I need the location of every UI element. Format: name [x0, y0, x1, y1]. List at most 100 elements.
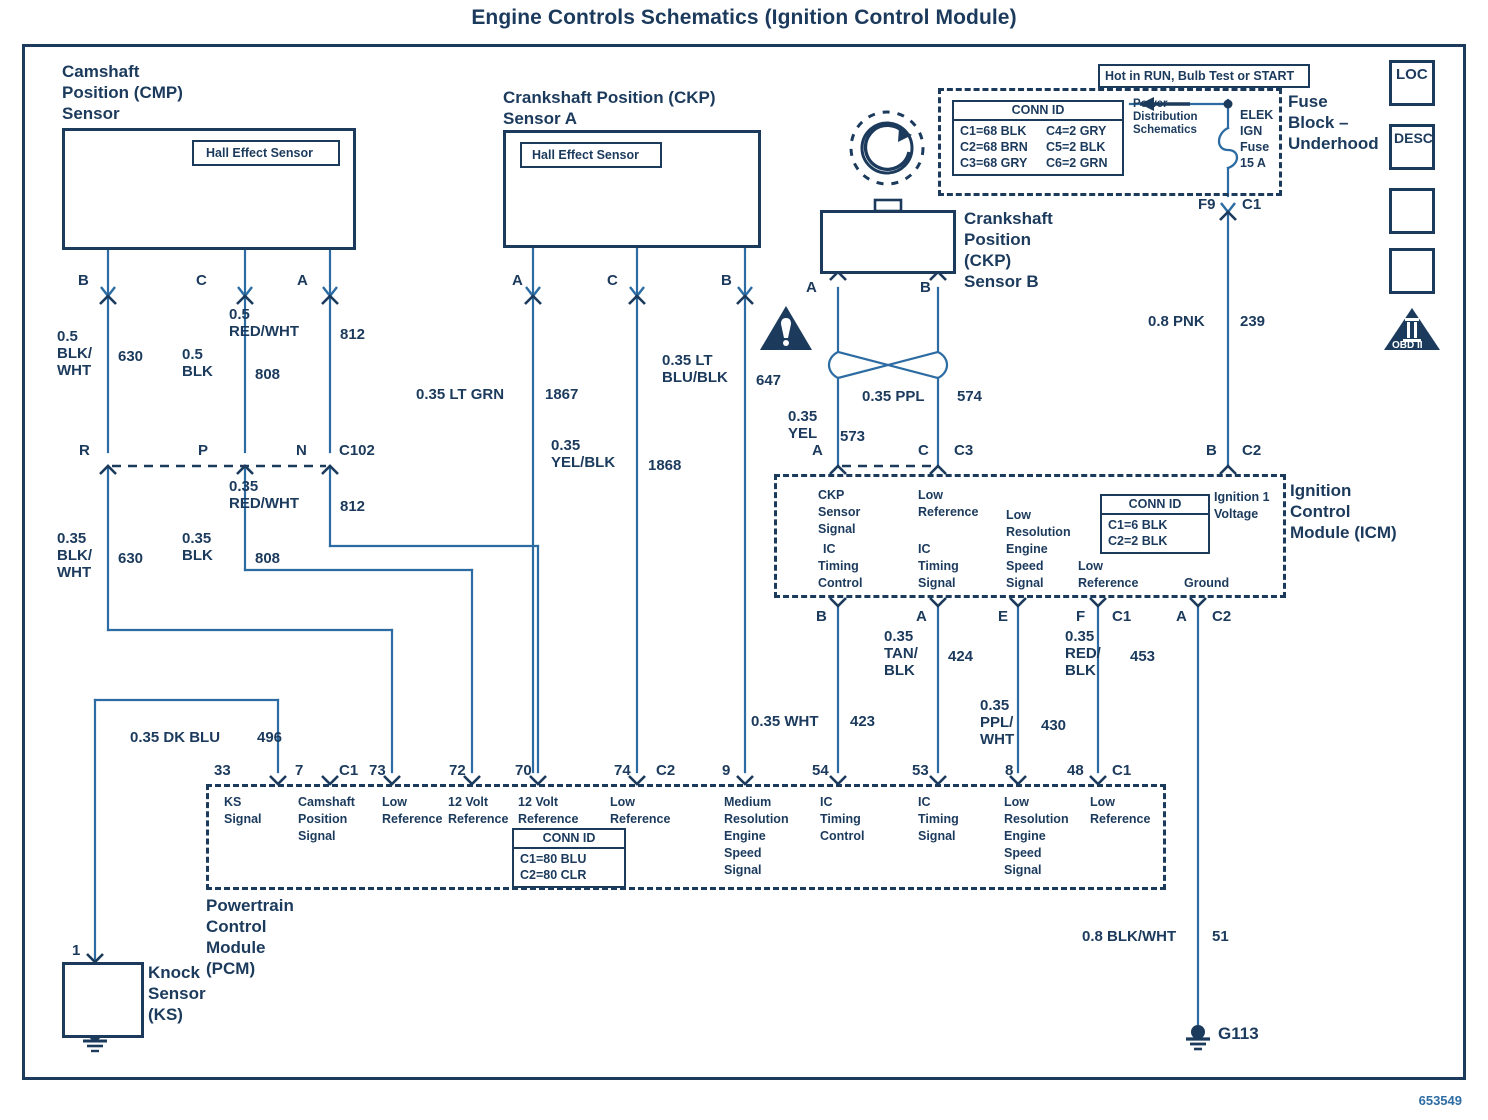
- icm-ckp-sensor-signal-1: CKP: [818, 488, 845, 502]
- pcm-conn-c2: C2: [656, 762, 676, 779]
- loc-button[interactable]: LOC: [1389, 60, 1435, 106]
- icm-ic-timing-control-3: Control: [818, 576, 863, 590]
- pcm-73-l1: Low: [382, 795, 407, 809]
- fuse-name-3: Fuse: [1240, 140, 1270, 154]
- icm-lowres-1: Low: [1006, 508, 1031, 522]
- icm-bot-conn-c2: C2: [1212, 608, 1232, 625]
- wire-808-lower-spec: 0.35 BLK: [182, 530, 213, 564]
- desc-button[interactable]: DESC: [1389, 124, 1435, 170]
- icm-conn-id-title: CONN ID: [1102, 496, 1208, 515]
- cmp-pin-c: C: [196, 272, 207, 289]
- wire-808-upper-circuit: 808: [255, 366, 281, 383]
- hot-in-run-label: Hot in RUN, Bulb Test or START: [1105, 69, 1295, 83]
- icm-bot-ground: Ground: [1184, 576, 1230, 590]
- pcm-pin-54: 54: [812, 762, 829, 779]
- pcm-74-l2: Reference: [610, 812, 671, 826]
- pcm-9-l5: Signal: [724, 863, 762, 877]
- wire-239-circuit: 239: [1240, 313, 1266, 330]
- pcm-pin-48: 48: [1067, 762, 1084, 779]
- pcm-8-l5: Signal: [1004, 863, 1042, 877]
- pcm-74-l1: Low: [610, 795, 635, 809]
- icm-bot-low-reference-2: Reference: [1078, 576, 1139, 590]
- wire-630-lower-spec: 0.35 BLK/ WHT: [57, 530, 92, 581]
- c102-label: C102: [339, 442, 375, 459]
- icm-name-3: Module (ICM): [1290, 523, 1397, 542]
- icm-top-conn-c3: C3: [954, 442, 974, 459]
- wire-496-circuit: 496: [257, 729, 283, 746]
- c102-pin-p: P: [198, 442, 209, 459]
- document-id: 653549: [1418, 1093, 1462, 1108]
- cmp-sensor-name-1: Camshaft: [62, 62, 140, 81]
- fuse-block-name-1: Fuse: [1288, 92, 1328, 111]
- pcm-53-l3: Signal: [918, 829, 956, 843]
- icm-ckp-sensor-signal-3: Signal: [818, 522, 856, 536]
- pcm-8-l2: Resolution: [1004, 812, 1069, 826]
- pcm-pin-53: 53: [912, 762, 929, 779]
- icm-conn-c2: C2=2 BLK: [1108, 534, 1168, 548]
- pcm-9-l3: Engine: [724, 829, 766, 843]
- fuse-name-1: ELEK: [1240, 108, 1274, 122]
- icm-bot-pin-a2: A: [1176, 608, 1187, 625]
- wire-51-circuit: 51: [1212, 928, 1229, 945]
- pcm-name-4: (PCM): [206, 959, 256, 978]
- icm-bot-pin-b: B: [816, 608, 827, 625]
- icm-lowres-4: Speed: [1006, 559, 1044, 573]
- wire-423-circuit: 423: [850, 713, 876, 730]
- cmp-sensor-name-2: Position (CMP): [62, 83, 183, 102]
- knock-sensor-name-2: Sensor: [148, 984, 206, 1003]
- pcm-70-l1: 12 Volt: [518, 795, 559, 809]
- icm-bot-low-reference-1: Low: [1078, 559, 1103, 573]
- wire-573-circuit: 573: [840, 428, 866, 445]
- power-dist-line-2: Distribution: [1133, 111, 1198, 123]
- wire-1868-spec: 0.35 YEL/BLK: [551, 437, 616, 471]
- ckp-b-name-4: Sensor B: [964, 272, 1039, 291]
- ckp-a-name-1: Crankshaft Position (CKP): [503, 88, 716, 107]
- power-dist-line-3: Schematics: [1133, 124, 1197, 136]
- pcm-9-l2: Resolution: [724, 812, 789, 826]
- icm-top-pin-c: C: [918, 442, 929, 459]
- icm-bot-conn-c1: C1: [1112, 608, 1132, 625]
- fuse-conn-c5: C5=2 BLK: [1046, 140, 1106, 154]
- icm-conn-id-table: CONN ID C1=6 BLK C2=2 BLK: [1100, 494, 1210, 554]
- fuse-rating: 15 A: [1240, 156, 1266, 170]
- cmp-pin-b: B: [78, 272, 89, 289]
- ckp-a-pin-a: A: [512, 272, 523, 289]
- fuse-out-pin: F9: [1198, 196, 1216, 213]
- icm-bot-pin-f: F: [1076, 608, 1086, 625]
- wire-423-spec: 0.35 WHT: [751, 713, 819, 730]
- knock-sensor-pin-1: 1: [72, 942, 81, 959]
- ckp-b-body: [820, 210, 956, 274]
- fuse-conn-c2: C2=68 BRN: [960, 140, 1028, 154]
- icm-top-pin-a: A: [812, 442, 823, 459]
- icm-ic-timing-signal-1: IC: [918, 542, 931, 556]
- fuse-conn-c4: C4=2 GRY: [1046, 124, 1107, 138]
- icm-ckp-sensor-signal-2: Sensor: [818, 505, 861, 519]
- knock-sensor-body: [62, 962, 144, 1038]
- c102-pin-n: N: [296, 442, 307, 459]
- wire-430-spec: 0.35 PPL/ WHT: [980, 697, 1015, 748]
- pcm-33-l2: Signal: [224, 812, 262, 826]
- pcm-72-l1: 12 Volt: [448, 795, 489, 809]
- fuse-conn-c1: C1=68 BLK: [960, 124, 1027, 138]
- fuse-conn-c6: C6=2 GRN: [1046, 156, 1108, 170]
- fuse-block-conn-id-table: CONN ID C1=68 BLK C4=2 GRY C2=68 BRN C5=2 …: [952, 100, 1124, 176]
- wire-51-spec: 0.8 BLK/WHT: [1082, 928, 1177, 945]
- ckp-b-pin-a: A: [806, 279, 817, 296]
- pcm-7-l1: Camshaft: [298, 795, 355, 809]
- schematic-page: Engine Controls Schematics (Ignition Con…: [0, 0, 1488, 1120]
- pcm-pin-74: 74: [614, 762, 631, 779]
- icm-lowres-2: Resolution: [1006, 525, 1071, 539]
- wire-630-upper-circuit: 630: [118, 348, 144, 365]
- pcm-conn-c1-left: C1: [339, 762, 359, 779]
- pcm-7-l2: Position: [298, 812, 348, 826]
- wire-1868-circuit: 1868: [648, 457, 682, 474]
- ckp-b-pin-b: B: [920, 279, 931, 296]
- prev-button[interactable]: [1389, 248, 1435, 294]
- pcm-9-l4: Speed: [724, 846, 762, 860]
- pcm-53-l1: IC: [918, 795, 931, 809]
- wire-1867-spec: 0.35 LT GRN: [416, 386, 505, 403]
- icm-bot-pin-a: A: [916, 608, 927, 625]
- icm-ic-timing-control-1: IC: [823, 542, 836, 556]
- icm-ic-timing-control-2: Timing: [818, 559, 859, 573]
- next-button[interactable]: [1389, 188, 1435, 234]
